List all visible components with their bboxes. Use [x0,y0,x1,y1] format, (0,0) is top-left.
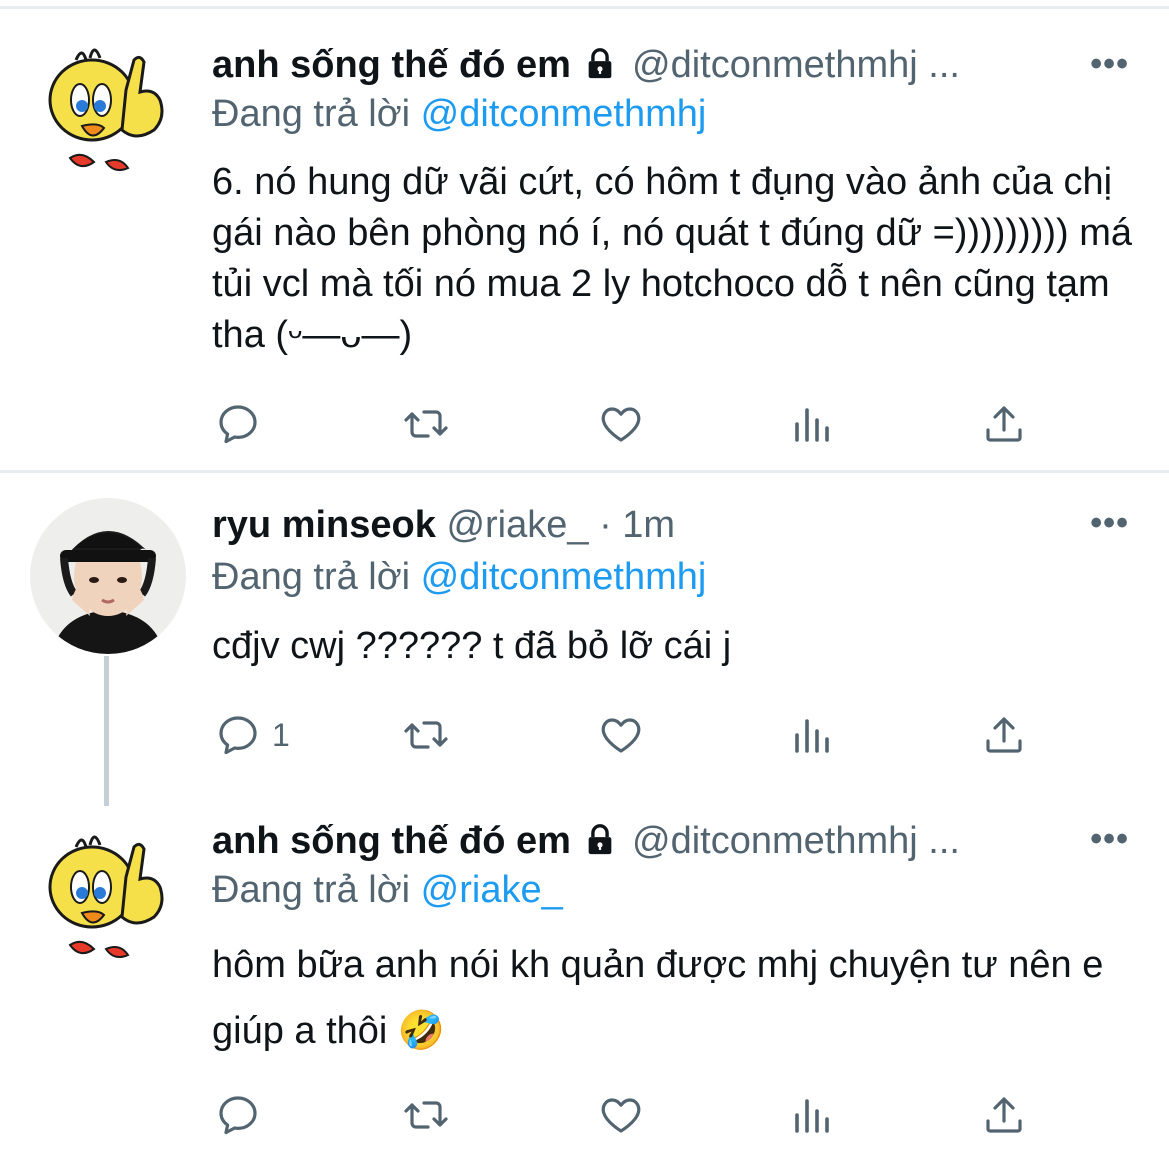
analytics-button[interactable] [789,1090,837,1140]
tweet-3[interactable]: anh sống thế đó em @ditconmethmhj ... ••… [0,803,1169,1162]
share-icon [986,717,1022,753]
replying-mention-link[interactable]: @ditconmethmhj [421,93,707,135]
share-icon [986,1097,1022,1133]
person-photo-icon [30,498,186,654]
replying-mention-link[interactable]: @ditconmethmhj [421,556,707,598]
share-button[interactable] [980,399,1028,449]
retweet-icon [404,1101,448,1129]
retweet-icon [404,410,448,438]
author-name[interactable]: ryu minseok [212,504,436,546]
reply-icon [219,716,257,755]
author-name[interactable]: anh sống thế đó em [212,44,571,86]
share-button[interactable] [980,710,1028,760]
share-icon [986,406,1022,442]
retweet-icon [404,721,448,749]
author-handle[interactable]: @ditconmethmhj ... [632,44,960,86]
replying-prefix: Đang trả lời [212,556,411,598]
replying-to: Đang trả lời @ditconmethmhj [212,554,706,600]
more-options-icon[interactable]: ••• [1090,506,1129,540]
avatar[interactable] [30,498,186,654]
tweet-2[interactable]: ryu minseok @riake_ · 1m ••• Đang trả lờ… [0,473,1169,806]
replying-prefix: Đang trả lời [212,93,411,135]
retweet-button[interactable] [402,710,450,760]
like-icon [601,1098,641,1133]
analytics-button[interactable] [789,399,837,449]
tweet-text: cđjv cwj ?????? t đã bỏ lỡ cái j [212,625,732,667]
analytics-icon [795,408,829,442]
lock-icon [583,822,617,868]
replying-mention-link[interactable]: @riake_ [421,869,563,911]
reply-button[interactable] [214,1090,272,1140]
tweet-1[interactable]: anh sống thế đó em @ditconmethmhj ... ••… [0,0,1169,470]
like-button[interactable] [597,1090,645,1140]
reply-icon [219,1096,257,1135]
like-button[interactable] [597,710,645,760]
tweety-bird-icon [30,30,186,186]
like-icon [601,407,641,442]
avatar[interactable] [30,30,186,186]
reply-icon [219,405,257,444]
tweet-header: ryu minseok @riake_ · 1m [212,502,1059,548]
tweet-header: anh sống thế đó em @ditconmethmhj ... [212,818,1059,868]
action-bar [212,1090,1072,1140]
retweet-button[interactable] [402,399,450,449]
tweety-bird-icon [30,817,186,973]
reply-button[interactable] [214,399,272,449]
author-handle[interactable]: @riake_ · 1m [446,504,675,546]
analytics-button[interactable] [789,710,837,760]
replying-to: Đang trả lời @ditconmethmhj [212,91,706,137]
analytics-icon [795,719,829,753]
tweet-text: hôm bữa anh nói kh quản được mhj chuyện … [212,944,1104,1052]
reply-button[interactable]: 1 [214,710,290,760]
author-handle[interactable]: @ditconmethmhj ... [632,820,960,862]
share-button[interactable] [980,1090,1028,1140]
more-options-icon[interactable]: ••• [1090,822,1129,856]
more-options-icon[interactable]: ••• [1090,47,1129,81]
avatar[interactable] [30,817,186,973]
reply-count: 1 [272,716,290,753]
replying-prefix: Đang trả lời [212,869,411,911]
action-bar: 1 [212,710,1072,760]
retweet-button[interactable] [402,1090,450,1140]
analytics-icon [795,1099,829,1133]
lock-icon [583,46,617,92]
like-button[interactable] [597,399,645,449]
replying-to: Đang trả lời @riake_ [212,867,563,913]
tweet-header: anh sống thế đó em @ditconmethmhj ... [212,42,1059,92]
author-name[interactable]: anh sống thế đó em [212,820,571,862]
thread-line [104,656,109,806]
action-bar [212,399,1072,449]
tweet-text: 6. nó hung dữ vãi cứt, có hôm t đụng vào… [212,161,1133,356]
like-icon [601,718,641,753]
